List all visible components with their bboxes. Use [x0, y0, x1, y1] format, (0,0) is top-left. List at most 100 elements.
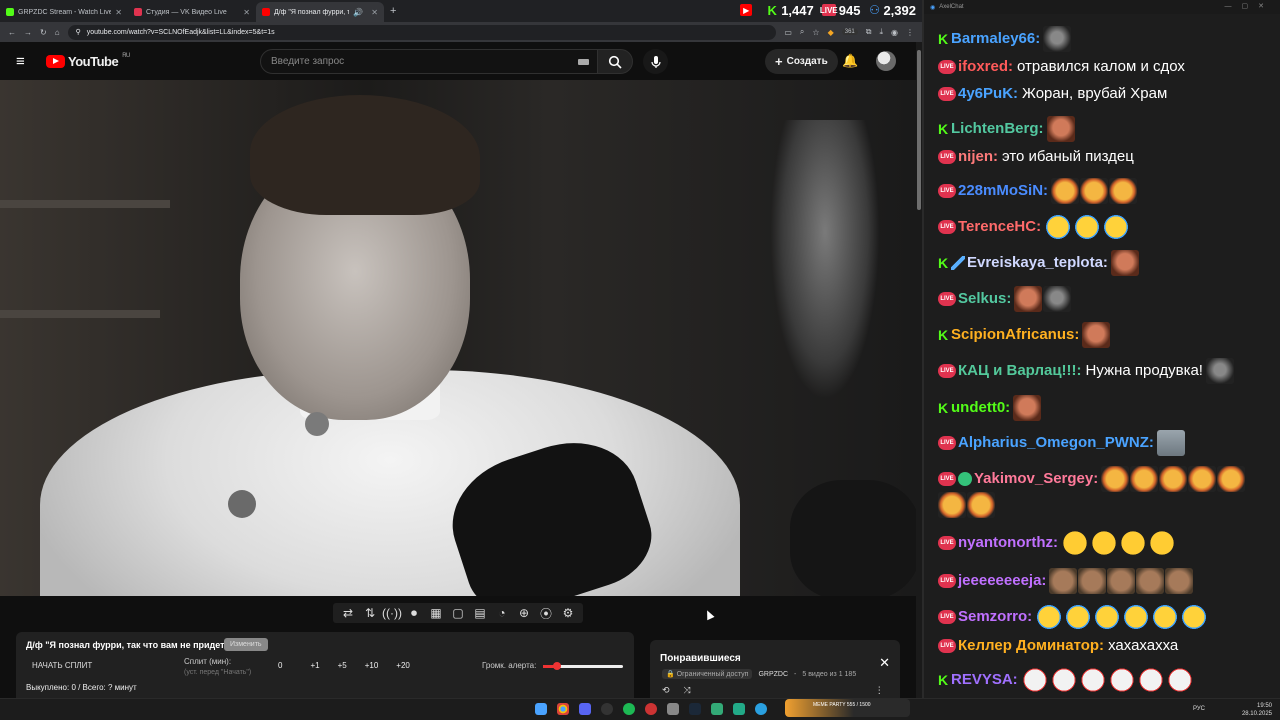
meme-party-widget[interactable]: MEME PARTY 555 / 1500 — [785, 699, 910, 717]
chat-nickname[interactable]: 4y6PuK: — [958, 85, 1018, 102]
chat-nickname[interactable]: Келлер Доминатор: — [958, 637, 1104, 654]
clapper-icon[interactable]: ▦ — [425, 604, 447, 622]
bookmark-icon[interactable]: ☆ — [812, 28, 819, 37]
back-icon[interactable]: ← — [8, 28, 16, 37]
alert-volume-slider[interactable] — [543, 662, 623, 670]
search-button[interactable] — [597, 49, 633, 74]
new-tab-icon[interactable]: + — [384, 5, 402, 17]
start-icon[interactable] — [535, 703, 547, 715]
profile-icon[interactable]: ◉ — [891, 28, 898, 37]
telegram-icon[interactable] — [755, 703, 767, 715]
chat-nickname[interactable]: 228mMoSiN: — [958, 182, 1048, 199]
vk-live-icon: LIVE — [938, 87, 956, 102]
close-tab-icon[interactable]: ✕ — [371, 8, 378, 17]
discord-icon[interactable] — [579, 703, 591, 715]
broadcast-icon[interactable]: ((·)) — [381, 604, 403, 622]
obs-icon[interactable] — [601, 703, 613, 715]
cast-icon[interactable]: ▭ — [784, 28, 792, 37]
chat-message: LIVE jeeeeeeeeja: — [938, 568, 1194, 594]
chat-nickname[interactable]: undett0: — [951, 399, 1010, 416]
avatar[interactable] — [876, 51, 896, 71]
loop-icon[interactable]: ⇄ — [337, 604, 359, 622]
chat-nickname[interactable]: КАЦ и Варлац!!!: — [958, 362, 1082, 379]
edit-badge[interactable]: Изменить — [224, 638, 268, 651]
chat-nickname[interactable]: Selkus: — [958, 290, 1011, 307]
hamburger-menu-icon[interactable]: ≡ — [16, 53, 38, 70]
app-icon[interactable] — [645, 703, 657, 715]
reload-icon[interactable]: ↻ — [40, 28, 47, 37]
repeat-icon[interactable]: ⟲ — [662, 685, 670, 696]
forward-icon[interactable]: → — [24, 28, 32, 37]
steam-icon[interactable] — [689, 703, 701, 715]
create-button[interactable]: + Создать — [765, 49, 838, 74]
speed-icon[interactable]: ◔ — [491, 604, 513, 622]
slider-knob[interactable] — [553, 662, 562, 670]
site-info-icon[interactable]: ⚲ — [76, 28, 81, 36]
add-20-button[interactable]: +20 — [396, 661, 410, 670]
chat-nickname[interactable]: Alpharius_Omegon_PWNZ: — [958, 434, 1154, 451]
close-tab-icon[interactable]: ✕ — [115, 8, 122, 17]
chat-text: Нужна продувка! — [1085, 361, 1203, 379]
close-icon[interactable]: ✕ — [879, 655, 890, 671]
browser-tab-active[interactable]: Д/ф "Я познал фурри, так 🔊 ✕ — [256, 2, 384, 22]
film-icon[interactable]: ▤ — [469, 604, 491, 622]
chat-nickname[interactable]: Yakimov_Sergey: — [974, 470, 1098, 487]
chat-nickname[interactable]: LichtenBerg: — [951, 120, 1044, 137]
keyboard-icon[interactable] — [578, 59, 589, 65]
chat-nickname[interactable]: nijen: — [958, 148, 998, 165]
app-icon[interactable] — [667, 703, 679, 715]
window-controls[interactable]: —▢✕ — [1225, 2, 1274, 10]
clock[interactable]: 19:50 28.10.2025 — [1242, 702, 1272, 718]
app-icon[interactable] — [733, 703, 745, 715]
chat-nickname[interactable]: TerenceHC: — [958, 218, 1041, 235]
add-10-button[interactable]: +10 — [365, 661, 379, 670]
speaker-icon[interactable]: 🔊 — [353, 8, 363, 17]
settings-gear-icon[interactable]: ⚙ — [557, 604, 579, 622]
app-icon[interactable] — [711, 703, 723, 715]
video-player[interactable] — [0, 80, 916, 596]
chrome-icon[interactable] — [557, 703, 569, 715]
chat-nickname[interactable]: jeeeeeeeeja: — [958, 572, 1046, 589]
picture-in-picture-icon[interactable]: ▢ — [447, 604, 469, 622]
youtube-logo[interactable]: YouTube RU — [46, 53, 130, 69]
camera-icon[interactable]: ⦿ — [535, 604, 557, 622]
url-field[interactable]: ⚲ youtube.com/watch?v=SCLNOfEadjk&list=LL… — [67, 24, 777, 40]
browser-menu-icon[interactable]: ⋮ — [906, 28, 914, 37]
chat-nickname[interactable]: ScipionAfricanus: — [951, 326, 1079, 343]
mouse-cursor-icon — [703, 608, 715, 621]
chat-nickname[interactable]: Semzorro: — [958, 608, 1032, 625]
notifications-bell-icon[interactable]: 🔔 — [842, 53, 858, 69]
chat-nickname[interactable]: Barmaley66: — [951, 30, 1040, 47]
extension-icon[interactable]: ◆ — [828, 28, 834, 37]
chat-nickname[interactable]: nyantonorthz: — [958, 534, 1058, 551]
zoom-icon[interactable]: ⌕ — [800, 27, 804, 37]
search-input[interactable]: Введите запрос — [260, 49, 600, 74]
extensions-icon[interactable]: ⧉ — [866, 27, 872, 37]
playlist-title[interactable]: Понравившиеся — [660, 653, 741, 664]
chat-nickname[interactable]: Evreiskaya_teplota: — [967, 254, 1108, 271]
emote-cry-icon — [1073, 214, 1102, 240]
browser-tab[interactable]: Студия — VK Видео Live ✕ — [128, 2, 256, 22]
close-tab-icon[interactable]: ✕ — [243, 8, 250, 17]
home-icon[interactable]: ⌂ — [55, 28, 60, 37]
add-1-button[interactable]: +1 — [310, 661, 319, 670]
channel-name[interactable]: GRPZDC — [758, 671, 788, 678]
shuffle-icon[interactable]: ⤨ — [684, 685, 691, 696]
start-split-button[interactable]: НАЧАТЬ СПЛИТ — [32, 661, 92, 670]
voice-search-button[interactable] — [643, 49, 668, 74]
chat-nickname[interactable]: ifoxred: — [958, 58, 1013, 75]
scrollbar-thumb[interactable] — [917, 50, 921, 210]
emote-cat-icon — [1101, 466, 1130, 492]
download-icon[interactable]: ⤓ — [879, 27, 883, 37]
spotify-icon[interactable] — [623, 703, 635, 715]
more-icon[interactable]: ⋮ — [875, 685, 884, 696]
add-icon[interactable]: ⊕ — [513, 604, 535, 622]
sort-icon[interactable]: ⇅ — [359, 604, 381, 622]
record-icon[interactable]: ⏺ — [403, 604, 425, 622]
browser-tab[interactable]: GRPZDC Stream - Watch Live o ✕ — [0, 2, 128, 22]
chat-nickname[interactable]: REVYSA: — [951, 671, 1018, 688]
chat-emotes — [1060, 530, 1177, 556]
language-indicator[interactable]: РУС — [1193, 706, 1205, 712]
add-5-button[interactable]: +5 — [338, 661, 347, 670]
tab-bar: GRPZDC Stream - Watch Live o ✕ Студия — … — [0, 0, 922, 22]
